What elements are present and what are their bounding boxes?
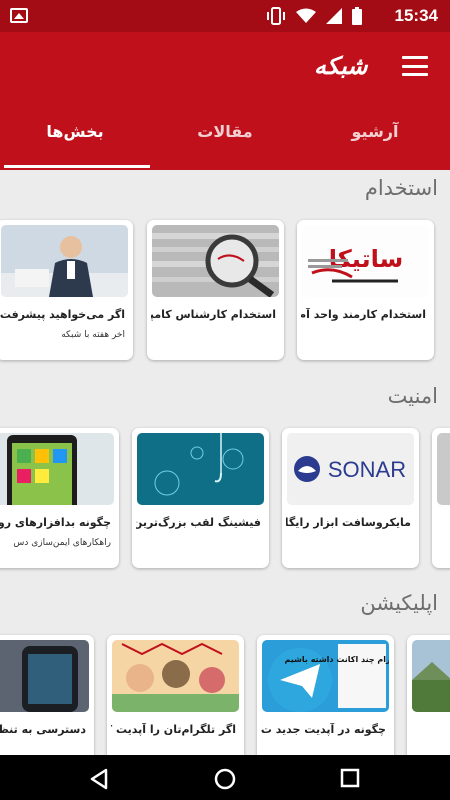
article-card[interactable]: چگونه بدافزارهای روی ... راهکارهای ایمن‌… — [0, 428, 119, 568]
app-screen: 15:34 شبکه بخش‌ها مقالات آرشیو استخدام — [0, 0, 450, 800]
signal-icon — [326, 8, 342, 24]
menu-icon[interactable] — [402, 56, 428, 76]
card-title: دسترسی به تنظیم... — [0, 723, 86, 736]
card-subtitle: راهکارهای ایمن‌سازی دس — [13, 538, 111, 548]
card-row: چگونه در تلگرام چند اکانت داشته باشیم چگ… — [0, 635, 450, 755]
section-title: استخدام — [364, 176, 438, 200]
card-title: مایکروسافت ابزار رایگان... — [286, 516, 411, 529]
card-thumbnail: چگونه در تلگرام چند اکانت داشته باشیم — [262, 640, 389, 712]
app-logo: شبکه — [314, 52, 368, 80]
card-title: استخدام کارشناس کامپی... — [151, 308, 276, 321]
app-bar: شبکه — [0, 32, 450, 100]
card-thumbnail — [1, 225, 128, 297]
vibrate-icon — [267, 7, 285, 25]
back-icon[interactable] — [88, 768, 110, 790]
tab-archive[interactable]: آرشیو — [300, 122, 450, 141]
card-thumbnail: ساتیکا — [302, 225, 429, 297]
tab-indicator — [4, 165, 150, 168]
section-title: اپلیکیشن — [360, 591, 438, 615]
article-card[interactable]: ساتیکا استخدام کارمند واحد آم... — [297, 220, 434, 360]
card-thumbnail — [112, 640, 239, 712]
image-icon — [10, 8, 28, 23]
article-card[interactable]: چگونه در تلگرام چند اکانت داشته باشیم چگ… — [257, 635, 394, 755]
card-title: اگر می‌خواهید پیشرفت ... — [0, 308, 125, 321]
article-card[interactable]: فیشینگ لقب بزرگ‌ترین ... — [132, 428, 269, 568]
article-card[interactable]: دسترسی به تنظیم... — [0, 635, 94, 755]
card-thumbnail — [412, 640, 450, 712]
card-thumbnail — [152, 225, 279, 297]
card-thumbnail — [0, 640, 89, 712]
card-thumbnail — [0, 433, 114, 505]
status-bar: 15:34 — [0, 0, 450, 32]
wifi-icon — [296, 8, 316, 23]
card-row: ساتیکا استخدام کارمند واحد آم... — [0, 220, 450, 360]
card-subtitle: آخر هفته با شبکه — [61, 330, 125, 340]
article-card[interactable] — [432, 428, 450, 568]
nav-bar — [0, 755, 450, 800]
card-thumbnail: SONAR — [287, 433, 414, 505]
content-area[interactable]: استخدام ساتیکا استخدام کارمند واحد آم اس… — [0, 170, 450, 755]
section-title: امنیت — [387, 384, 438, 408]
battery-icon — [352, 7, 362, 25]
recents-icon[interactable] — [340, 768, 360, 788]
article-card[interactable]: اگر تلگرام‌تان را آپدیت ک... — [107, 635, 244, 755]
card-title: فیشینگ لقب بزرگ‌ترین ... — [136, 516, 261, 529]
card-title: استخدام کارمند واحد آم... — [301, 308, 426, 321]
home-icon[interactable] — [214, 768, 236, 790]
tab-articles[interactable]: مقالات — [150, 122, 300, 141]
tab-bar: بخش‌ها مقالات آرشیو — [0, 100, 450, 170]
card-title: چگونه در آپدیت جدید ت... — [261, 723, 386, 736]
article-card[interactable]: SONAR مایکروسافت ابزار رایگان... — [282, 428, 419, 568]
article-card[interactable]: استخدام کارشناس کامپی... — [147, 220, 284, 360]
article-card[interactable]: اگر می‌خواهید پیشرفت ... آخر هفته با شبک… — [0, 220, 133, 360]
status-time: 15:34 — [394, 6, 438, 25]
card-thumbnail — [137, 433, 264, 505]
article-card[interactable] — [407, 635, 450, 755]
card-title: چگونه بدافزارهای روی ... — [0, 516, 111, 529]
sonar-logo-text: SONAR — [328, 457, 406, 482]
card-row: SONAR مایکروسافت ابزار رایگان... — [0, 428, 450, 568]
card-thumbnail — [437, 433, 450, 505]
card-title: اگر تلگرام‌تان را آپدیت ک... — [111, 723, 236, 736]
tab-sections[interactable]: بخش‌ها — [0, 122, 150, 141]
telegram-thumb-text: چگونه در تلگرام چند اکانت داشته باشیم — [285, 654, 389, 664]
